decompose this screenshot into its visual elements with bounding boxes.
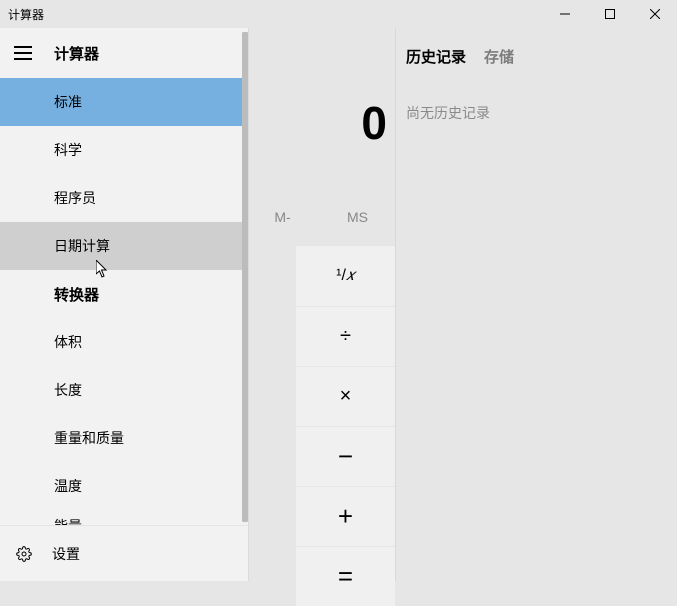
nav-item-label: 科学 [54, 140, 82, 160]
nav-section-converter: 转换器 [0, 270, 248, 318]
multiply-button[interactable]: × [296, 366, 395, 426]
window-title: 计算器 [0, 6, 44, 23]
minimize-button[interactable] [542, 0, 587, 28]
maximize-button[interactable] [587, 0, 632, 28]
nav-item-label: 体积 [54, 332, 82, 352]
plus-button[interactable]: + [296, 486, 395, 546]
equals-button[interactable]: = [296, 546, 395, 606]
nav-section-calculator: 计算器 [46, 43, 99, 64]
close-button[interactable] [632, 0, 677, 28]
history-pane: 历史记录 存储 尚无历史记录 [395, 28, 677, 581]
reciprocal-button[interactable]: ¹/𝑥 [296, 246, 395, 306]
title-bar: 计算器 [0, 0, 677, 28]
nav-item-length[interactable]: 长度 [0, 366, 248, 414]
display-value: 0 [361, 96, 387, 150]
tab-history[interactable]: 历史记录 [406, 46, 466, 67]
tab-memory[interactable]: 存储 [484, 46, 514, 67]
nav-item-programmer[interactable]: 程序员 [0, 174, 248, 222]
nav-item-volume[interactable]: 体积 [0, 318, 248, 366]
history-empty-text: 尚无历史记录 [396, 67, 677, 123]
nav-item-label: 标准 [54, 92, 82, 112]
minus-button[interactable]: − [296, 426, 395, 486]
nav-item-label: 日期计算 [54, 236, 110, 256]
nav-item-label: 能量 [54, 516, 82, 525]
nav-settings-label: 设置 [52, 544, 80, 564]
operator-column: ¹/𝑥 ÷ × − + = [296, 246, 395, 606]
nav-item-weight[interactable]: 重量和质量 [0, 414, 248, 462]
memory-minus-button[interactable]: M- [245, 188, 320, 246]
nav-item-scientific[interactable]: 科学 [0, 126, 248, 174]
nav-item-label: 长度 [54, 380, 82, 400]
nav-pane: 计算器 标准 科学 程序员 日期计算 转换器 体积 长度 重量和质量 温度 能量… [0, 28, 248, 581]
divide-button[interactable]: ÷ [296, 306, 395, 366]
memory-row: M- MS [245, 188, 395, 246]
nav-item-energy[interactable]: 能量 [0, 510, 248, 525]
hamburger-icon[interactable] [0, 28, 46, 78]
gear-icon [14, 546, 34, 562]
nav-item-standard[interactable]: 标准 [0, 78, 248, 126]
nav-footer[interactable]: 设置 [0, 525, 248, 581]
nav-scrollbar[interactable] [242, 32, 248, 522]
nav-item-date[interactable]: 日期计算 [0, 222, 248, 270]
nav-item-temperature[interactable]: 温度 [0, 462, 248, 510]
memory-store-button[interactable]: MS [320, 188, 395, 246]
nav-item-label: 程序员 [54, 188, 96, 208]
nav-item-label: 温度 [54, 476, 82, 496]
nav-item-label: 重量和质量 [54, 428, 124, 448]
